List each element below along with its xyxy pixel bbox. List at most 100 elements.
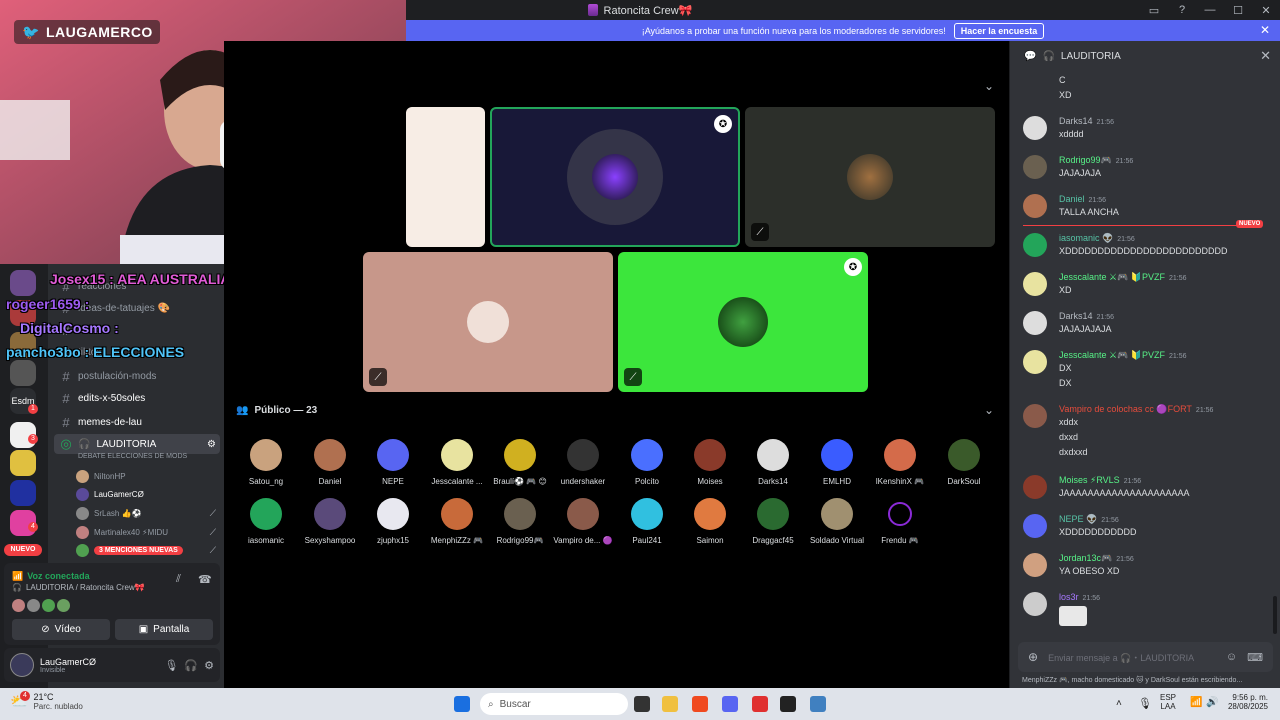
- audience-member[interactable]: Paul241: [616, 498, 678, 545]
- clock[interactable]: 9:56 p. m. 28/08/2025: [1222, 693, 1268, 711]
- file-explorer-icon[interactable]: [662, 696, 678, 712]
- avatar[interactable]: [57, 599, 70, 612]
- audience-member[interactable]: Darks14: [742, 439, 804, 486]
- user-avatar[interactable]: [10, 653, 34, 677]
- speaker-tile-active[interactable]: ✪: [490, 107, 740, 247]
- message-author[interactable]: Vampiro de colochas cc 🟣FORT 21:56: [1059, 404, 1213, 415]
- disconnect-icon[interactable]: ☎: [198, 573, 212, 586]
- audience-member[interactable]: MenphiZZz 🎮: [426, 498, 488, 545]
- screen-share-button[interactable]: ▣ Pantalla: [115, 619, 213, 640]
- add-attachment-icon[interactable]: ⊕: [1028, 650, 1038, 664]
- audience-member[interactable]: Rodrigo99🎮: [489, 498, 551, 545]
- channel-memes[interactable]: # memes-de-lau: [54, 412, 220, 432]
- message-author[interactable]: Rodrigo99🎮 21:56: [1059, 155, 1133, 166]
- avatar[interactable]: [1023, 404, 1047, 428]
- audience-member[interactable]: Draggacf45: [742, 498, 804, 545]
- audience-member[interactable]: Frendu 🎮: [869, 498, 931, 545]
- audience-member[interactable]: Vampiro de... 🟣: [552, 498, 614, 545]
- avatar[interactable]: [1023, 514, 1047, 538]
- maximize-button[interactable]: ☐: [1224, 4, 1252, 17]
- voice-location[interactable]: 🎧 LAUDITORIA / Ratoncita Crew🎀: [12, 583, 145, 592]
- avatar[interactable]: [1023, 233, 1047, 257]
- app-icon[interactable]: [780, 696, 796, 712]
- help-icon[interactable]: ?: [1168, 4, 1196, 16]
- audience-member[interactable]: undershaker: [552, 439, 614, 486]
- avatar[interactable]: [12, 599, 25, 612]
- avatar[interactable]: [1023, 194, 1047, 218]
- message-author[interactable]: Jesscalante ⚔🎮 🔰PVZF 21:56: [1059, 350, 1187, 361]
- message-author[interactable]: NEPE 👽 21:56: [1059, 514, 1119, 525]
- avatar[interactable]: [27, 599, 40, 612]
- server-icon[interactable]: [10, 270, 36, 296]
- message-author[interactable]: Daniel 21:56: [1059, 194, 1106, 204]
- server-icon[interactable]: [10, 360, 36, 386]
- message-author[interactable]: Darks14 21:56: [1059, 116, 1114, 126]
- app-icon[interactable]: [752, 696, 768, 712]
- channel-edits[interactable]: # edits-x-50soles: [54, 388, 220, 408]
- audience-member[interactable]: EMLHD: [806, 439, 868, 486]
- avatar[interactable]: [42, 599, 55, 612]
- chat-input[interactable]: ⊕ Enviar mensaje a 🎧・LAUDITORIA ☺ ⌨: [1018, 642, 1273, 672]
- emoji-icon[interactable]: ☺: [1226, 651, 1237, 663]
- audience-member[interactable]: Polcito: [616, 439, 678, 486]
- close-chat-icon[interactable]: ✕: [1260, 48, 1271, 64]
- speaker-tile[interactable]: ⟋: [745, 107, 995, 247]
- audience-member[interactable]: Jesscalante ...: [426, 439, 488, 486]
- mentions-badge[interactable]: 3 MENCIONES NUEVAS: [94, 545, 183, 555]
- audience-member[interactable]: Sexyshampoo: [299, 498, 361, 545]
- tray-chevron-icon[interactable]: ˄: [1116, 698, 1122, 709]
- language-indicator[interactable]: ESP LAA: [1160, 693, 1176, 711]
- audience-member[interactable]: Saimon: [679, 498, 741, 545]
- user-info[interactable]: LauGamerCØ Invisible: [40, 657, 96, 674]
- avatar[interactable]: [1023, 592, 1047, 616]
- message-author[interactable]: los3r 21:56: [1059, 592, 1100, 602]
- start-icon[interactable]: [454, 696, 470, 712]
- avatar[interactable]: [1023, 272, 1047, 296]
- message-author[interactable]: Moises ⚡RVLS 21:56: [1059, 475, 1141, 486]
- voice-user[interactable]: LauGamerCØ: [76, 485, 216, 503]
- audience-member[interactable]: lKenshinX 🎮: [869, 439, 931, 486]
- task-view-icon[interactable]: [634, 696, 650, 712]
- audience-member[interactable]: zjuphx15: [362, 498, 424, 545]
- channel-lauditoria[interactable]: ◎ 🎧 LAUDITORIA ⚙: [54, 434, 220, 454]
- video-button[interactable]: ⊘ Vídeo: [12, 619, 110, 640]
- avatar[interactable]: [1023, 116, 1047, 140]
- avatar[interactable]: [1023, 553, 1047, 577]
- headphones-icon[interactable]: 🎧: [184, 659, 198, 672]
- gamepad-icon[interactable]: ⌨: [1247, 651, 1263, 664]
- chat-scrollbar[interactable]: [1273, 596, 1277, 634]
- banner-close-icon[interactable]: ✕: [1260, 23, 1270, 37]
- discord-icon[interactable]: [722, 696, 738, 712]
- audience-member[interactable]: NEPE: [362, 439, 424, 486]
- survey-button[interactable]: Hacer la encuesta: [953, 22, 1045, 39]
- minimize-button[interactable]: —: [1196, 4, 1224, 16]
- message-author[interactable]: iasomanic 👽 21:56: [1059, 233, 1135, 244]
- server-icon[interactable]: [10, 480, 36, 506]
- avatar[interactable]: [1023, 475, 1047, 499]
- calculator-icon[interactable]: [810, 696, 826, 712]
- collapse-icon[interactable]: ⌄: [984, 79, 994, 93]
- message-author[interactable]: Jordan13c🎮 21:56: [1059, 553, 1134, 564]
- voice-user[interactable]: NiltonHP: [76, 467, 216, 485]
- avatar[interactable]: [1023, 155, 1047, 179]
- audience-member[interactable]: Daniel: [299, 439, 361, 486]
- audience-member[interactable]: Satou_ng: [235, 439, 297, 486]
- mic-tray-icon[interactable]: 🎙: [1138, 697, 1152, 710]
- sticker-image[interactable]: [1059, 606, 1087, 626]
- message-author[interactable]: Jesscalante ⚔🎮 🔰PVZF 21:56: [1059, 272, 1187, 283]
- voice-user[interactable]: 3 MENCIONES NUEVAS ⟋: [76, 541, 216, 559]
- server-icon[interactable]: [10, 450, 36, 476]
- inbox-icon[interactable]: ▭: [1140, 4, 1168, 17]
- speaker-tile[interactable]: ⟋: [363, 252, 613, 392]
- settings-icon[interactable]: ⚙: [204, 659, 214, 672]
- audience-member[interactable]: iasomanic: [235, 498, 297, 545]
- audience-member[interactable]: DarkSoul: [933, 439, 995, 486]
- mic-icon[interactable]: 🎙: [164, 659, 178, 672]
- voice-user[interactable]: SrLash 👍⚽ ⟋: [76, 504, 216, 522]
- voice-user[interactable]: Martinalex40 ⚡MIDU ⟋: [76, 523, 216, 541]
- channel-actions-icon[interactable]: ⚙: [207, 439, 216, 450]
- avatar[interactable]: [1023, 311, 1047, 335]
- speaker-tile[interactable]: [406, 107, 485, 247]
- audience-member[interactable]: Soldado Virtual: [806, 498, 868, 545]
- channel-postulacion-mods[interactable]: # postulación-mods: [54, 366, 220, 386]
